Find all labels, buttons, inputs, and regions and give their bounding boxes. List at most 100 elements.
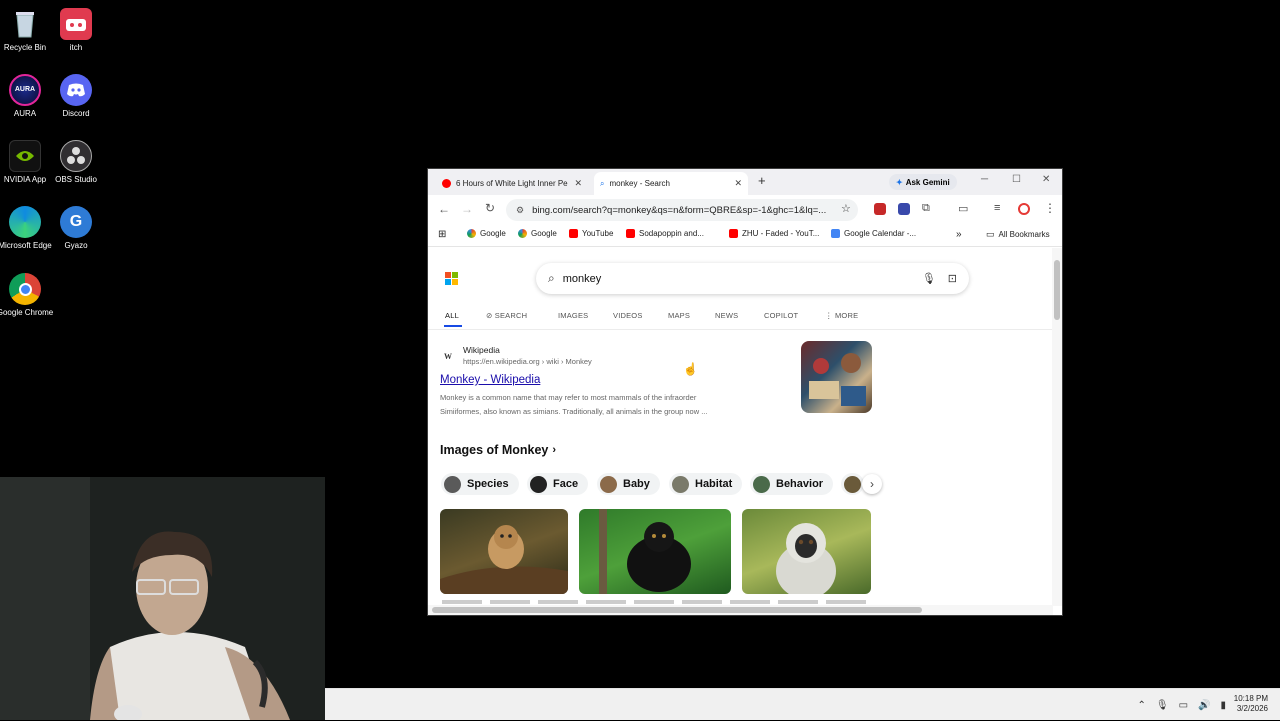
maximize-button[interactable]: ☐ xyxy=(1012,174,1021,185)
more-bookmarks-chevron-icon[interactable]: » xyxy=(956,229,962,240)
tab-monkey-search[interactable]: ⌕ monkey - Search ✕ xyxy=(594,172,748,195)
horizontal-scroll-thumb[interactable] xyxy=(432,607,922,613)
browser-window: 6 Hours of White Light Inner Pe ✕ ⌕ monk… xyxy=(427,168,1063,616)
chip-label: Behavior xyxy=(776,478,824,490)
network-icon[interactable]: ▭ xyxy=(1179,700,1188,711)
desktop-icon-label: Google Chrome xyxy=(0,308,54,317)
url-text: bing.com/search?q=monkey&qs=n&form=QBRE&… xyxy=(532,204,827,216)
bookmark-youtube[interactable]: YouTube xyxy=(569,229,613,238)
search-query[interactable]: monkey xyxy=(563,273,602,285)
tab-white-light[interactable]: 6 Hours of White Light Inner Pe ✕ xyxy=(436,172,588,195)
desktop-icon-label: Recycle Bin xyxy=(3,43,47,52)
chip-label: Habitat xyxy=(695,478,733,490)
nav-images[interactable]: IMAGES xyxy=(558,311,588,320)
copilot-search-icon: ⊘ xyxy=(486,311,495,320)
result-title-link[interactable]: Monkey - Wikipedia xyxy=(440,374,540,386)
nav-all[interactable]: ALL xyxy=(445,311,459,320)
nvidia-icon xyxy=(9,140,41,172)
chip-label: Baby xyxy=(623,478,650,490)
nav-search[interactable]: ⊘ SEARCH xyxy=(486,311,527,320)
result-site-url[interactable]: https://en.wikipedia.org › wiki › Monkey xyxy=(463,357,592,366)
search-box[interactable]: ⌕ monkey 🎙 ⊡ xyxy=(536,263,969,294)
bookmark-label: Google Calendar -... xyxy=(844,229,917,238)
wikipedia-favicon-icon: W xyxy=(444,352,452,361)
tab-search-icon[interactable]: ▭ xyxy=(958,202,968,215)
close-window-button[interactable]: ✕ xyxy=(1042,174,1050,185)
desktop-icon-itch[interactable]: itch xyxy=(46,8,106,53)
vertical-scroll-thumb[interactable] xyxy=(1054,260,1060,320)
result-thumbnail[interactable] xyxy=(801,341,872,413)
nav-videos[interactable]: VIDEOS xyxy=(613,311,643,320)
chip-species[interactable]: Species xyxy=(441,473,519,495)
image-result-macaque-baby[interactable] xyxy=(440,509,568,594)
bookmark-zhu-faded[interactable]: ZHU - Faded - YouT... xyxy=(729,229,819,238)
address-bar[interactable]: ⚙ bing.com/search?q=monkey&qs=n&form=QBR… xyxy=(506,199,858,221)
volume-icon[interactable]: 🔊 xyxy=(1198,700,1210,711)
apps-grid-icon[interactable]: ⊞ xyxy=(438,229,446,240)
nav-maps[interactable]: MAPS xyxy=(668,311,690,320)
more-kebab-icon: ⋮ xyxy=(825,311,835,320)
extensions-puzzle-icon[interactable]: ⧉ xyxy=(922,202,930,215)
microphone-tray-icon[interactable]: 🎙 xyxy=(1156,700,1169,711)
image-result-vervet-monkey[interactable] xyxy=(742,509,871,594)
chip-baby[interactable]: Baby xyxy=(597,473,660,495)
bookmark-label: Google xyxy=(531,229,557,238)
nav-divider xyxy=(428,329,1053,330)
bookmark-sodapoppin[interactable]: Sodapoppin and... xyxy=(626,229,704,238)
nav-copilot[interactable]: COPILOT xyxy=(764,311,798,320)
youtube-favicon-icon xyxy=(442,179,451,188)
bookmark-star-icon[interactable]: ☆ xyxy=(841,202,851,215)
images-section-heading[interactable]: Images of Monkey › xyxy=(440,443,556,457)
horizontal-scrollbar[interactable] xyxy=(428,605,1053,615)
extension-blue-icon[interactable] xyxy=(898,203,910,215)
result-snippet-line-2: Simiiformes, also known as simians. Trad… xyxy=(440,407,708,416)
nav-news[interactable]: NEWS xyxy=(715,311,738,320)
desktop-icon-chrome[interactable]: Google Chrome xyxy=(0,273,55,318)
vertical-scrollbar[interactable] xyxy=(1052,248,1062,606)
chip-partial[interactable] xyxy=(841,473,864,495)
close-tab-icon[interactable]: ✕ xyxy=(574,178,582,189)
desktop-icon-label: OBS Studio xyxy=(55,175,97,184)
clock-time: 10:18 PM xyxy=(1233,694,1268,703)
desktop-icon-gyazo[interactable]: G Gyazo xyxy=(46,206,106,251)
chip-behavior[interactable]: Behavior xyxy=(750,473,834,495)
close-tab-icon[interactable]: ✕ xyxy=(734,178,742,189)
gyazo-icon: G xyxy=(60,206,92,238)
bookmark-google-1[interactable]: Google xyxy=(467,229,506,238)
minimize-button[interactable]: ─ xyxy=(981,174,988,185)
battery-icon[interactable]: ▮ xyxy=(1220,700,1226,711)
chips-next-arrow-icon[interactable]: › xyxy=(862,474,882,494)
menu-kebab-icon[interactable]: ⋮ xyxy=(1044,201,1056,215)
desktop-icon-label: itch xyxy=(69,43,83,52)
microsoft-logo-icon[interactable] xyxy=(445,272,458,285)
browser-toolbar: ← → ↻ ⚙ bing.com/search?q=monkey&qs=n&fo… xyxy=(428,195,1062,225)
desktop-icon-obs[interactable]: OBS Studio xyxy=(46,140,106,185)
site-info-icon[interactable]: ⚙ xyxy=(516,205,524,216)
clock[interactable]: 10:18 PM 3/2/2026 xyxy=(1234,694,1268,714)
bookmark-google-calendar[interactable]: Google Calendar -... xyxy=(831,229,916,238)
forward-button[interactable]: → xyxy=(461,202,473,216)
search-icon: ⌕ xyxy=(548,271,555,285)
chip-habitat[interactable]: Habitat xyxy=(669,473,743,495)
new-tab-button[interactable]: + xyxy=(758,173,766,188)
ask-gemini-button[interactable]: ✦ Ask Gemini xyxy=(889,174,957,190)
show-hidden-icons-chevron-icon[interactable]: ⌃ xyxy=(1137,700,1145,711)
desktop-icon-label: NVIDIA App xyxy=(3,175,47,184)
media-control-icon[interactable]: ≡ xyxy=(994,202,1000,214)
extension-red-icon[interactable] xyxy=(874,203,886,215)
microphone-icon[interactable]: 🎙 xyxy=(922,272,936,285)
nav-more[interactable]: ⋮ MORE xyxy=(825,311,858,320)
visual-search-icon[interactable]: ⊡ xyxy=(948,272,957,285)
chip-face[interactable]: Face xyxy=(527,473,589,495)
image-result-black-macaque[interactable] xyxy=(579,509,731,594)
desktop-icon-discord[interactable]: Discord xyxy=(46,74,106,119)
chip-avatar xyxy=(530,475,547,493)
aura-icon: AURA xyxy=(9,74,41,106)
profile-avatar-icon[interactable] xyxy=(1018,203,1030,215)
youtube-icon xyxy=(569,229,578,238)
bookmark-google-2[interactable]: Google xyxy=(518,229,557,238)
reload-button[interactable]: ↻ xyxy=(485,201,495,215)
all-bookmarks-folder[interactable]: ▭ All Bookmarks xyxy=(986,229,1050,240)
result-site-name[interactable]: Wikipedia xyxy=(463,345,500,355)
back-button[interactable]: ← xyxy=(438,202,450,216)
